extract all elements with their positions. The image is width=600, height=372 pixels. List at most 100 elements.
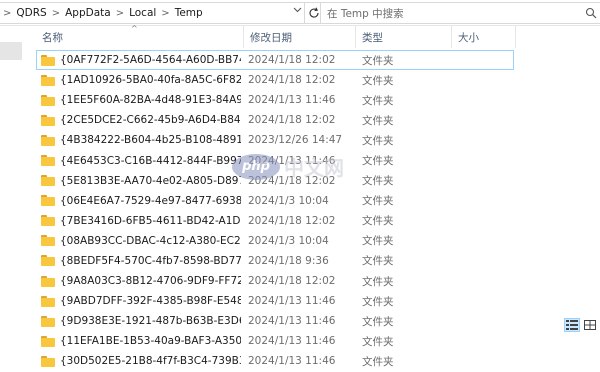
breadcrumb-appdata[interactable]: AppData bbox=[63, 7, 113, 19]
file-name-cell: {2CE5DCE2-C662-45b9-A6D4-B844E6... bbox=[41, 110, 241, 130]
file-row[interactable]: {8BEDF5F4-570C-4fb7-8598-BD775D... 2024/1… bbox=[36, 251, 600, 271]
folder-icon bbox=[41, 54, 55, 66]
column-header-date[interactable]: 修改日期 bbox=[244, 26, 356, 48]
search-icon[interactable] bbox=[581, 7, 600, 19]
column-header-name-label: 名称 bbox=[42, 31, 63, 44]
file-type: 文件夹 bbox=[362, 315, 394, 328]
file-name: {9A8A03C3-8B12-4706-9DF9-FF72270... bbox=[60, 275, 241, 288]
file-name-cell: {8BEDF5F4-570C-4fb7-8598-BD775D... bbox=[41, 251, 241, 271]
folder-icon bbox=[41, 175, 55, 187]
file-name: {7BE3416D-6FB5-4611-BD42-A1D05E... bbox=[60, 214, 241, 227]
file-name-cell: {9ABD7DFF-392F-4385-B98F-E54878... bbox=[41, 291, 241, 311]
address-bar-row: > QDRS > AppData > Local > Temp 在 Temp 中… bbox=[0, 0, 600, 26]
breadcrumb-separator: > bbox=[51, 7, 61, 19]
breadcrumb-temp[interactable]: Temp bbox=[173, 7, 205, 19]
breadcrumb-separator: > bbox=[161, 7, 170, 19]
file-row[interactable]: {7BE3416D-6FB5-4611-BD42-A1D05E... 2024/1… bbox=[36, 211, 600, 231]
folder-icon bbox=[41, 74, 55, 86]
file-type: 文件夹 bbox=[362, 134, 394, 147]
file-date: 2024/1/3 10:04 bbox=[248, 234, 329, 247]
folder-icon bbox=[41, 235, 55, 247]
column-header-name[interactable]: 名称 ^ bbox=[36, 24, 244, 48]
file-name-cell: {11EFA1BE-1B53-40a9-BAF3-A350CF... bbox=[41, 331, 241, 351]
file-date: 2024/1/13 11:46 bbox=[248, 94, 336, 107]
file-type: 文件夹 bbox=[362, 295, 394, 308]
file-type: 文件夹 bbox=[362, 335, 394, 348]
file-date: 2024/1/18 12:02 bbox=[248, 74, 336, 87]
file-name-cell: {7BE3416D-6FB5-4611-BD42-A1D05E... bbox=[41, 211, 241, 231]
file-type: 文件夹 bbox=[362, 355, 394, 368]
file-name: {08AB93CC-DBAC-4c12-A380-EC29EC... bbox=[60, 234, 241, 247]
view-buttons bbox=[562, 318, 598, 332]
file-row[interactable]: {9D938E3E-1921-487b-B63B-E3D657... 2024/1… bbox=[36, 311, 600, 331]
file-row[interactable]: {9ABD7DFF-392F-4385-B98F-E54878... 2024/1… bbox=[36, 291, 600, 311]
folder-icon bbox=[41, 94, 55, 106]
folder-icon bbox=[41, 355, 55, 367]
file-date: 2024/1/13 11:46 bbox=[248, 335, 336, 348]
folder-icon bbox=[41, 335, 55, 347]
sort-ascending-icon: ^ bbox=[131, 24, 138, 33]
details-view-icon[interactable] bbox=[564, 318, 580, 332]
folder-icon bbox=[41, 134, 55, 146]
file-name: {9D938E3E-1921-487b-B63B-E3D657... bbox=[60, 315, 241, 328]
file-name: {06E4E6A7-7529-4e97-8477-6938777... bbox=[60, 194, 241, 207]
breadcrumb-local[interactable]: Local bbox=[127, 7, 158, 19]
folder-icon bbox=[41, 215, 55, 227]
file-name: {5E813B3E-AA70-4e02-A805-D8979F... bbox=[60, 174, 241, 187]
file-name: {9ABD7DFF-392F-4385-B98F-E54878... bbox=[60, 295, 241, 308]
nav-item-selected[interactable] bbox=[0, 42, 22, 60]
file-name: {11EFA1BE-1B53-40a9-BAF3-A350CF... bbox=[60, 335, 241, 348]
column-header-size-label: 大小 bbox=[458, 31, 479, 44]
file-name-cell: {1EE5F60A-82BA-4d48-91E3-84A924F... bbox=[41, 90, 241, 110]
file-row[interactable]: {1AD10926-5BA0-40fa-8A5C-6F82240... 2024/… bbox=[36, 70, 600, 90]
file-type: 文件夹 bbox=[362, 235, 394, 248]
file-name: {4E6453C3-C16B-4412-844F-B997285... bbox=[60, 154, 241, 167]
breadcrumb-separator: > bbox=[115, 7, 125, 19]
large-icons-view-icon[interactable] bbox=[582, 318, 598, 332]
file-name: {30D502E5-21B8-4f7f-B3C4-739B3B3... bbox=[60, 355, 241, 368]
file-row[interactable]: {9A8A03C3-8B12-4706-9DF9-FF72270... 2024/… bbox=[36, 271, 600, 291]
column-header-size[interactable]: 大小 bbox=[452, 26, 516, 48]
file-name-cell: {4B384222-B604-4b25-B108-4891375... bbox=[41, 130, 241, 150]
column-header-type[interactable]: 类型 bbox=[356, 26, 452, 48]
file-row[interactable]: {4B384222-B604-4b25-B108-4891375... 2023/… bbox=[36, 130, 600, 150]
file-name-cell: {06E4E6A7-7529-4e97-8477-6938777... bbox=[41, 191, 241, 211]
file-name: {0AF772F2-5A6D-4564-A60D-BB7488... bbox=[60, 54, 241, 67]
file-date: 2024/1/18 12:02 bbox=[248, 214, 336, 227]
search-box[interactable]: 在 Temp 中搜索 bbox=[320, 2, 600, 24]
folder-icon bbox=[41, 315, 55, 327]
watermark: php 中文网 bbox=[232, 152, 344, 181]
file-row[interactable]: {0AF772F2-5A6D-4564-A60D-BB7488... 2024/1… bbox=[36, 50, 514, 71]
file-row[interactable]: {11EFA1BE-1B53-40a9-BAF3-A350CF... 2024/1… bbox=[36, 331, 600, 351]
file-name: {2CE5DCE2-C662-45b9-A6D4-B844E6... bbox=[60, 114, 241, 127]
file-date: 2024/1/3 10:04 bbox=[248, 194, 329, 207]
breadcrumb-qdrs[interactable]: QDRS bbox=[14, 7, 48, 19]
file-type: 文件夹 bbox=[362, 54, 394, 67]
file-type: 文件夹 bbox=[362, 74, 394, 87]
file-date: 2024/1/13 11:46 bbox=[248, 295, 336, 308]
file-date: 2024/1/18 12:02 bbox=[248, 114, 336, 127]
file-row[interactable]: {08AB93CC-DBAC-4c12-A380-EC29EC... 2024/1… bbox=[36, 231, 600, 251]
file-date: 2024/1/18 9:36 bbox=[248, 254, 329, 267]
file-row[interactable]: {06E4E6A7-7529-4e97-8477-6938777... 2024/… bbox=[36, 191, 600, 211]
watermark-logo: php bbox=[232, 153, 280, 180]
file-type: 文件夹 bbox=[362, 155, 394, 168]
folder-icon bbox=[41, 155, 55, 167]
file-name-cell: {9D938E3E-1921-487b-B63B-E3D657... bbox=[41, 311, 241, 331]
file-type: 文件夹 bbox=[362, 275, 394, 288]
column-header-row: 名称 ^ 修改日期 类型 大小 bbox=[36, 24, 600, 48]
file-row[interactable]: {1EE5F60A-82BA-4d48-91E3-84A924F... 2024/… bbox=[36, 90, 600, 110]
file-name-cell: {08AB93CC-DBAC-4c12-A380-EC29EC... bbox=[41, 231, 241, 251]
file-type: 文件夹 bbox=[362, 195, 394, 208]
file-row[interactable]: {2CE5DCE2-C662-45b9-A6D4-B844E6... 2024/1… bbox=[36, 110, 600, 130]
column-header-type-label: 类型 bbox=[362, 31, 383, 44]
chevron-down-icon[interactable] bbox=[289, 3, 305, 17]
file-name-cell: {9A8A03C3-8B12-4706-9DF9-FF72270... bbox=[41, 271, 241, 291]
file-name: {1AD10926-5BA0-40fa-8A5C-6F82240... bbox=[60, 74, 241, 87]
folder-icon bbox=[41, 255, 55, 267]
navigation-pane bbox=[0, 26, 30, 334]
file-list: {0AF772F2-5A6D-4564-A60D-BB7488... 2024/1… bbox=[36, 50, 600, 372]
file-row[interactable]: {30D502E5-21B8-4f7f-B3C4-739B3B3... 2024/… bbox=[36, 351, 600, 371]
search-input[interactable]: 在 Temp 中搜索 bbox=[321, 6, 581, 21]
address-bar[interactable]: > QDRS > AppData > Local > Temp bbox=[0, 2, 311, 24]
